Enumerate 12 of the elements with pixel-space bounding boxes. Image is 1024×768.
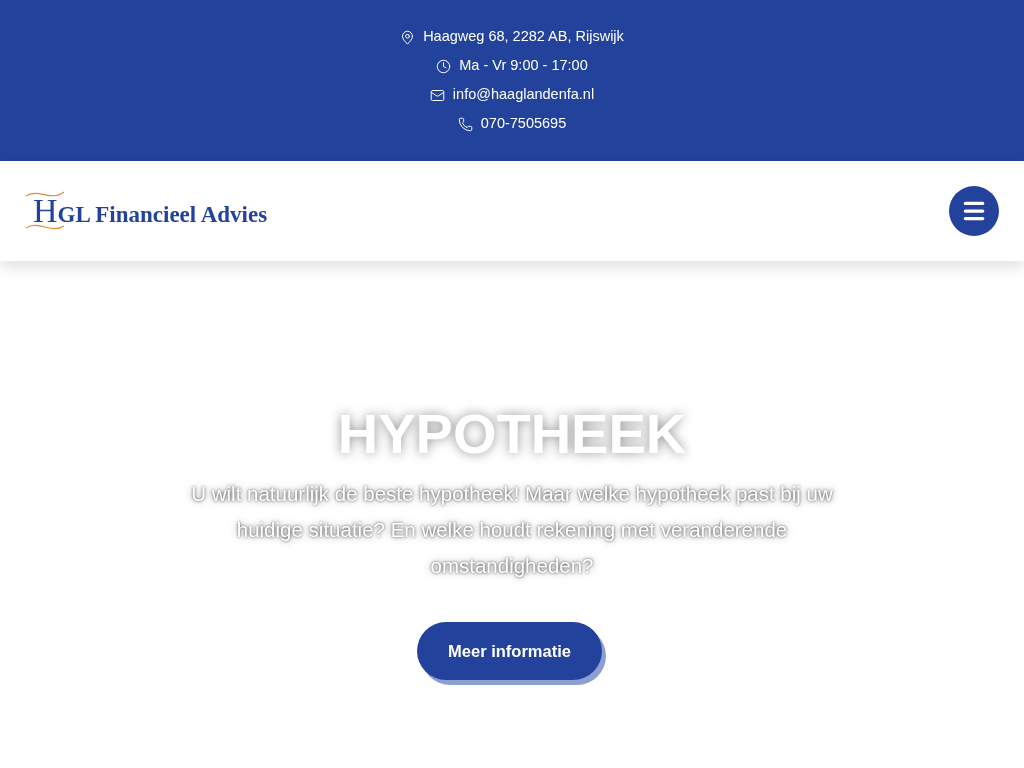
logo-text[interactable]: HGL Financieel Advies xyxy=(33,194,268,228)
hero-text: U wilt natuurlijk de beste hypotheek! Maar welke hypotheek past bij uw huidige situatie? En welke houdt rekening met veranderende omstandigheden? xyxy=(189,481,835,581)
phone-icon xyxy=(457,116,473,132)
contact-text: Haagweg 68, 2282 AB, Rijswijk xyxy=(423,27,624,47)
location-pin-icon xyxy=(400,29,416,45)
contact-text[interactable]: info@haaglandenfa.nl xyxy=(452,84,595,106)
hero-title: HYPOTHEEK xyxy=(337,406,687,462)
menu-button[interactable] xyxy=(949,186,999,236)
envelope-icon xyxy=(429,87,445,103)
contact-text: Ma - Vr 9:00 - 17:00 xyxy=(459,56,588,76)
contact-text[interactable]: 070-7505695 xyxy=(480,113,567,135)
clock-icon xyxy=(436,58,452,74)
